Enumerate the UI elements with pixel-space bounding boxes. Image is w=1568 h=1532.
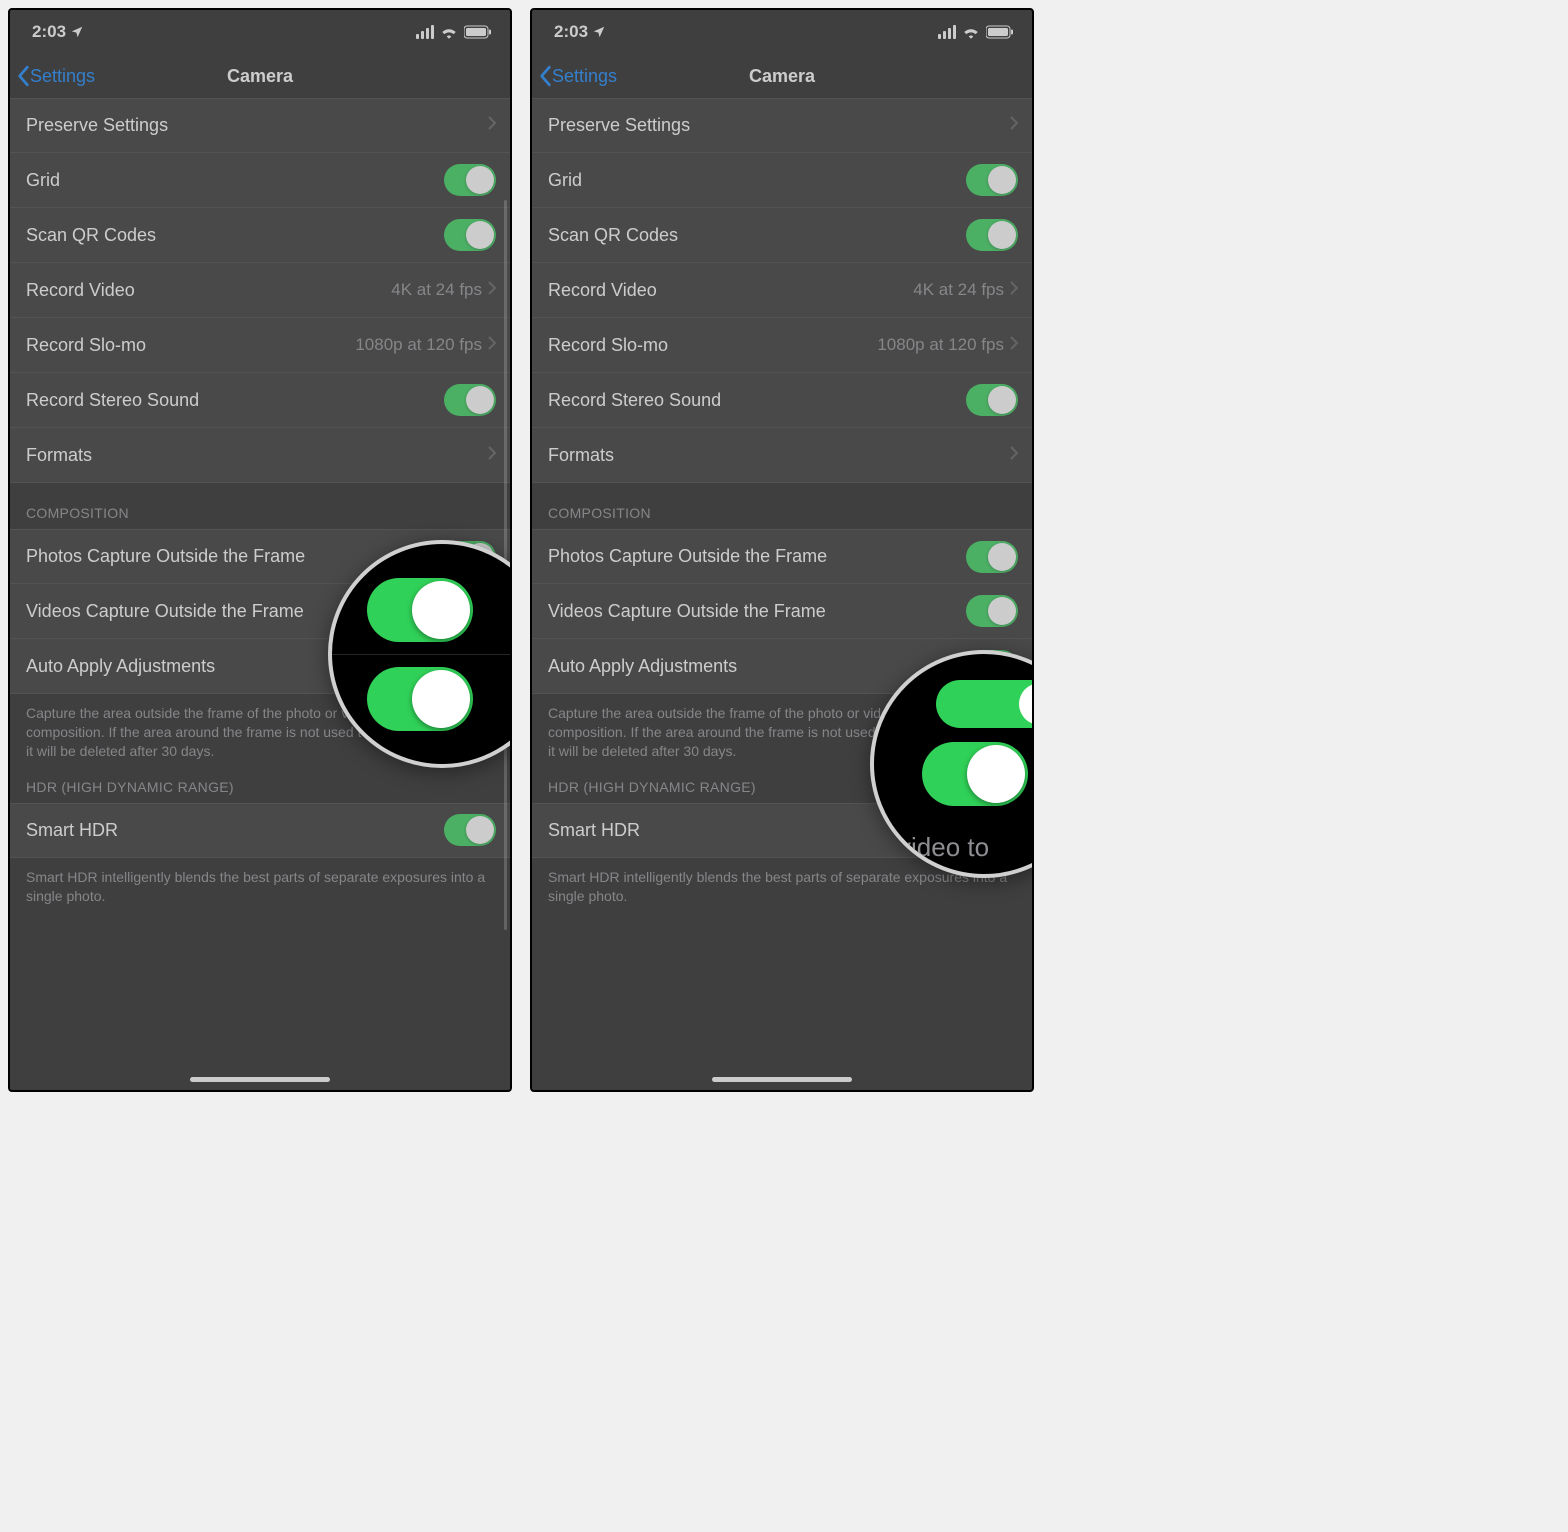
grid-row: Grid bbox=[10, 153, 510, 208]
row-label: Smart HDR bbox=[26, 820, 118, 841]
grid-toggle[interactable] bbox=[444, 164, 496, 196]
status-bar: 2:03 bbox=[10, 10, 510, 54]
row-label: Grid bbox=[26, 170, 60, 191]
row-label: Record Stereo Sound bbox=[548, 390, 721, 411]
row-label: Record Slo-mo bbox=[26, 335, 146, 356]
grid-toggle[interactable] bbox=[966, 164, 1018, 196]
chevron-right-icon bbox=[488, 446, 496, 465]
back-label: Settings bbox=[30, 66, 95, 87]
status-time: 2:03 bbox=[32, 22, 66, 42]
preserve-settings-row[interactable]: Preserve Settings bbox=[532, 98, 1032, 153]
photos-outside-toggle[interactable] bbox=[966, 541, 1018, 573]
chevron-right-icon bbox=[488, 116, 496, 135]
phone-screenshot-left: 2:03 Settings Camera Preserve Settings bbox=[8, 8, 512, 1092]
row-label: Formats bbox=[26, 445, 92, 466]
row-label: Auto Apply Adjustments bbox=[548, 656, 737, 677]
row-label: Record Video bbox=[26, 280, 135, 301]
magnified-toggle-on-icon bbox=[367, 578, 473, 642]
record-slomo-row[interactable]: Record Slo-mo 1080p at 120 fps bbox=[532, 318, 1032, 373]
row-label: Photos Capture Outside the Frame bbox=[548, 546, 827, 567]
videos-outside-row: Videos Capture Outside the Frame bbox=[532, 584, 1032, 639]
scan-qr-row: Scan QR Codes bbox=[10, 208, 510, 263]
wifi-icon bbox=[962, 25, 980, 39]
stereo-sound-row: Record Stereo Sound bbox=[10, 373, 510, 428]
battery-icon bbox=[986, 25, 1014, 39]
grid-row: Grid bbox=[532, 153, 1032, 208]
cell-signal-icon bbox=[938, 25, 956, 39]
back-button[interactable]: Settings bbox=[16, 65, 95, 87]
row-value: 1080p at 120 fps bbox=[355, 335, 482, 355]
composition-header: COMPOSITION bbox=[10, 483, 510, 529]
nav-bar: Settings Camera bbox=[532, 54, 1032, 98]
formats-row[interactable]: Formats bbox=[10, 428, 510, 483]
chevron-right-icon bbox=[1010, 446, 1018, 465]
battery-icon bbox=[464, 25, 492, 39]
row-label: Record Video bbox=[548, 280, 657, 301]
row-value: 4K at 24 fps bbox=[391, 280, 482, 300]
row-value: 1080p at 120 fps bbox=[877, 335, 1004, 355]
chevron-right-icon bbox=[1010, 116, 1018, 135]
row-label: Scan QR Codes bbox=[26, 225, 156, 246]
row-label: Smart HDR bbox=[548, 820, 640, 841]
status-time: 2:03 bbox=[554, 22, 588, 42]
chevron-right-icon bbox=[488, 280, 496, 300]
chevron-right-icon bbox=[1010, 280, 1018, 300]
stereo-sound-toggle[interactable] bbox=[966, 384, 1018, 416]
photos-outside-row: Photos Capture Outside the Frame bbox=[532, 529, 1032, 584]
row-label: Record Slo-mo bbox=[548, 335, 668, 356]
phone-screenshot-right: 2:03 Settings Camera Preserve Settings bbox=[530, 8, 1034, 1092]
hdr-footer: Smart HDR intelligently blends the best … bbox=[10, 858, 510, 920]
status-bar: 2:03 bbox=[532, 10, 1032, 54]
scan-qr-toggle[interactable] bbox=[966, 219, 1018, 251]
row-label: Preserve Settings bbox=[548, 115, 690, 136]
home-indicator[interactable] bbox=[712, 1077, 852, 1082]
videos-outside-toggle[interactable] bbox=[966, 595, 1018, 627]
row-label: Preserve Settings bbox=[26, 115, 168, 136]
location-icon bbox=[592, 25, 606, 39]
wifi-icon bbox=[440, 25, 458, 39]
record-video-row[interactable]: Record Video 4K at 24 fps bbox=[532, 263, 1032, 318]
formats-row[interactable]: Formats bbox=[532, 428, 1032, 483]
row-label: Record Stereo Sound bbox=[26, 390, 199, 411]
chevron-right-icon bbox=[488, 335, 496, 355]
hdr-header: HDR (HIGH DYNAMIC RANGE) bbox=[10, 775, 510, 803]
row-label: Videos Capture Outside the Frame bbox=[548, 601, 826, 622]
location-icon bbox=[70, 25, 84, 39]
cell-signal-icon bbox=[416, 25, 434, 39]
preserve-settings-row[interactable]: Preserve Settings bbox=[10, 98, 510, 153]
record-slomo-row[interactable]: Record Slo-mo 1080p at 120 fps bbox=[10, 318, 510, 373]
magnified-toggle-partial-icon bbox=[936, 680, 1034, 728]
chevron-right-icon bbox=[1010, 335, 1018, 355]
back-button[interactable]: Settings bbox=[538, 65, 617, 87]
row-label: Auto Apply Adjustments bbox=[26, 656, 215, 677]
home-indicator[interactable] bbox=[190, 1077, 330, 1082]
scan-qr-row: Scan QR Codes bbox=[532, 208, 1032, 263]
back-label: Settings bbox=[552, 66, 617, 87]
row-label: Formats bbox=[548, 445, 614, 466]
row-label: Photos Capture Outside the Frame bbox=[26, 546, 305, 567]
magnified-toggle-on-icon bbox=[922, 742, 1028, 806]
magnified-toggle-on-icon bbox=[367, 667, 473, 731]
row-label: Grid bbox=[548, 170, 582, 191]
row-value: 4K at 24 fps bbox=[913, 280, 1004, 300]
stereo-sound-toggle[interactable] bbox=[444, 384, 496, 416]
smart-hdr-row: Smart HDR bbox=[10, 803, 510, 858]
settings-list: Preserve Settings Grid Scan QR Codes Rec… bbox=[10, 98, 510, 919]
composition-header: COMPOSITION bbox=[532, 483, 1032, 529]
nav-bar: Settings Camera bbox=[10, 54, 510, 98]
stereo-sound-row: Record Stereo Sound bbox=[532, 373, 1032, 428]
row-label: Videos Capture Outside the Frame bbox=[26, 601, 304, 622]
row-label: Scan QR Codes bbox=[548, 225, 678, 246]
smart-hdr-toggle[interactable] bbox=[444, 814, 496, 846]
record-video-row[interactable]: Record Video 4K at 24 fps bbox=[10, 263, 510, 318]
scan-qr-toggle[interactable] bbox=[444, 219, 496, 251]
